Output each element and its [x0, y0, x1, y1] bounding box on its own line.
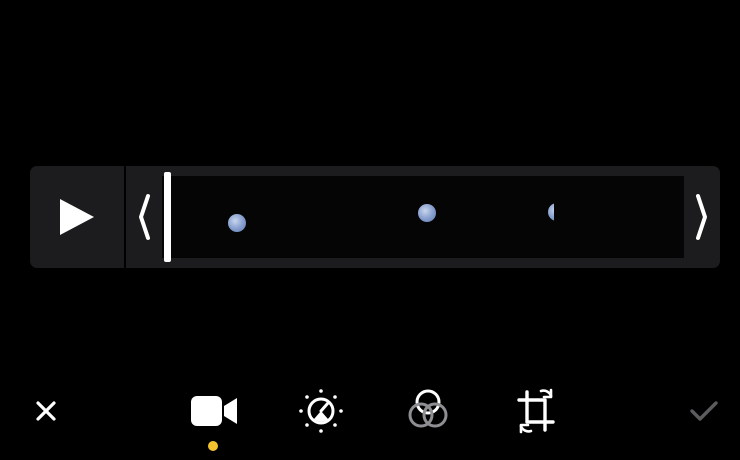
- moon-image: [228, 214, 246, 232]
- play-icon: [60, 199, 94, 235]
- close-icon: [36, 401, 56, 421]
- filmstrip[interactable]: [162, 176, 684, 258]
- video-tool-button[interactable]: [186, 380, 242, 442]
- filters-tool-button[interactable]: [400, 380, 456, 442]
- cancel-button[interactable]: [18, 380, 74, 442]
- adjust-dial-icon: [299, 389, 343, 433]
- active-tool-indicator: [208, 441, 218, 451]
- moon-image: [548, 203, 554, 221]
- video-frame-thumbnail: [336, 176, 510, 258]
- video-timeline: [30, 166, 720, 268]
- play-button[interactable]: [30, 166, 124, 268]
- filters-icon: [408, 389, 448, 428]
- crop-rotate-icon: [517, 388, 555, 434]
- moon-image: [418, 204, 436, 222]
- checkmark-icon: [690, 401, 718, 421]
- chevron-right-icon: [696, 194, 707, 240]
- done-button[interactable]: [676, 380, 732, 442]
- chevron-left-icon: [139, 194, 150, 240]
- edit-toolbar: [0, 380, 740, 442]
- video-frame-thumbnail: [162, 176, 336, 258]
- video-frame-thumbnail: [510, 176, 684, 258]
- trim-handle-right[interactable]: [684, 166, 720, 268]
- video-camera-icon: [191, 396, 237, 426]
- trim-handle-left[interactable]: [126, 166, 162, 268]
- playhead[interactable]: [164, 172, 171, 262]
- crop-tool-button[interactable]: [508, 380, 564, 442]
- adjust-tool-button[interactable]: [293, 380, 349, 442]
